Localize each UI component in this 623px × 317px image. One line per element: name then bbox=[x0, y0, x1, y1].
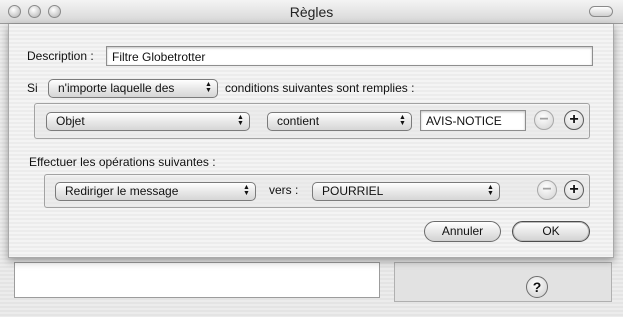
action-type-popup-value: Rediriger le message bbox=[65, 184, 179, 198]
plus-icon: + bbox=[569, 181, 579, 198]
condition-value-field[interactable]: AVIS-NOTICE bbox=[420, 110, 526, 131]
popup-arrows-icon: ▲ ▼ bbox=[243, 184, 250, 197]
actions-box: Rediriger le message ▲ ▼ vers : POURRIEL … bbox=[44, 174, 590, 208]
match-mode-popup[interactable]: n'importe laquelle des ▲ ▼ bbox=[48, 79, 218, 98]
rule-edit-sheet: Description : Filtre Globetrotter Si n'i… bbox=[8, 24, 614, 258]
rules-side-panel bbox=[394, 262, 612, 302]
ok-button[interactable]: OK bbox=[512, 221, 590, 242]
popup-arrows-icon: ▲ ▼ bbox=[205, 81, 212, 94]
match-mode-popup-value: n'importe laquelle des bbox=[58, 81, 175, 95]
minus-icon: − bbox=[539, 111, 549, 128]
remove-condition-button[interactable]: − bbox=[534, 110, 554, 130]
minus-icon: − bbox=[542, 181, 552, 198]
action-type-popup[interactable]: Rediriger le message ▲ ▼ bbox=[55, 182, 256, 201]
help-button[interactable]: ? bbox=[526, 276, 548, 298]
description-label: Description : bbox=[27, 49, 94, 63]
action-target-popup[interactable]: POURRIEL ▲ ▼ bbox=[312, 182, 500, 201]
plus-icon: + bbox=[569, 111, 579, 128]
popup-arrows-icon: ▲ ▼ bbox=[399, 114, 406, 127]
condition-field-popup[interactable]: Objet ▲ ▼ bbox=[46, 112, 250, 131]
toolbar-toggle-button[interactable] bbox=[589, 6, 613, 17]
add-action-button[interactable]: + bbox=[564, 180, 584, 200]
window-titlebar: Règles bbox=[0, 0, 623, 24]
condition-operator-popup[interactable]: contient ▲ ▼ bbox=[267, 112, 412, 131]
window-title: Règles bbox=[289, 4, 334, 20]
conditions-label: conditions suivantes sont remplies : bbox=[225, 81, 415, 95]
cancel-button[interactable]: Annuler bbox=[424, 221, 501, 242]
description-field[interactable]: Filtre Globetrotter bbox=[106, 46, 593, 66]
vers-label: vers : bbox=[269, 183, 299, 197]
condition-field-popup-value: Objet bbox=[56, 114, 85, 128]
action-target-popup-value: POURRIEL bbox=[322, 184, 384, 198]
popup-arrows-icon: ▲ ▼ bbox=[487, 184, 494, 197]
popup-arrows-icon: ▲ ▼ bbox=[237, 114, 244, 127]
actions-label: Effectuer les opérations suivantes : bbox=[29, 155, 216, 169]
condition-operator-popup-value: contient bbox=[277, 114, 320, 128]
add-condition-button[interactable]: + bbox=[564, 110, 584, 130]
remove-action-button[interactable]: − bbox=[537, 180, 557, 200]
rules-list[interactable] bbox=[14, 262, 380, 298]
si-label: Si bbox=[27, 81, 38, 95]
conditions-box: Objet ▲ ▼ contient ▲ ▼ AVIS-NOTICE − + bbox=[34, 103, 590, 139]
